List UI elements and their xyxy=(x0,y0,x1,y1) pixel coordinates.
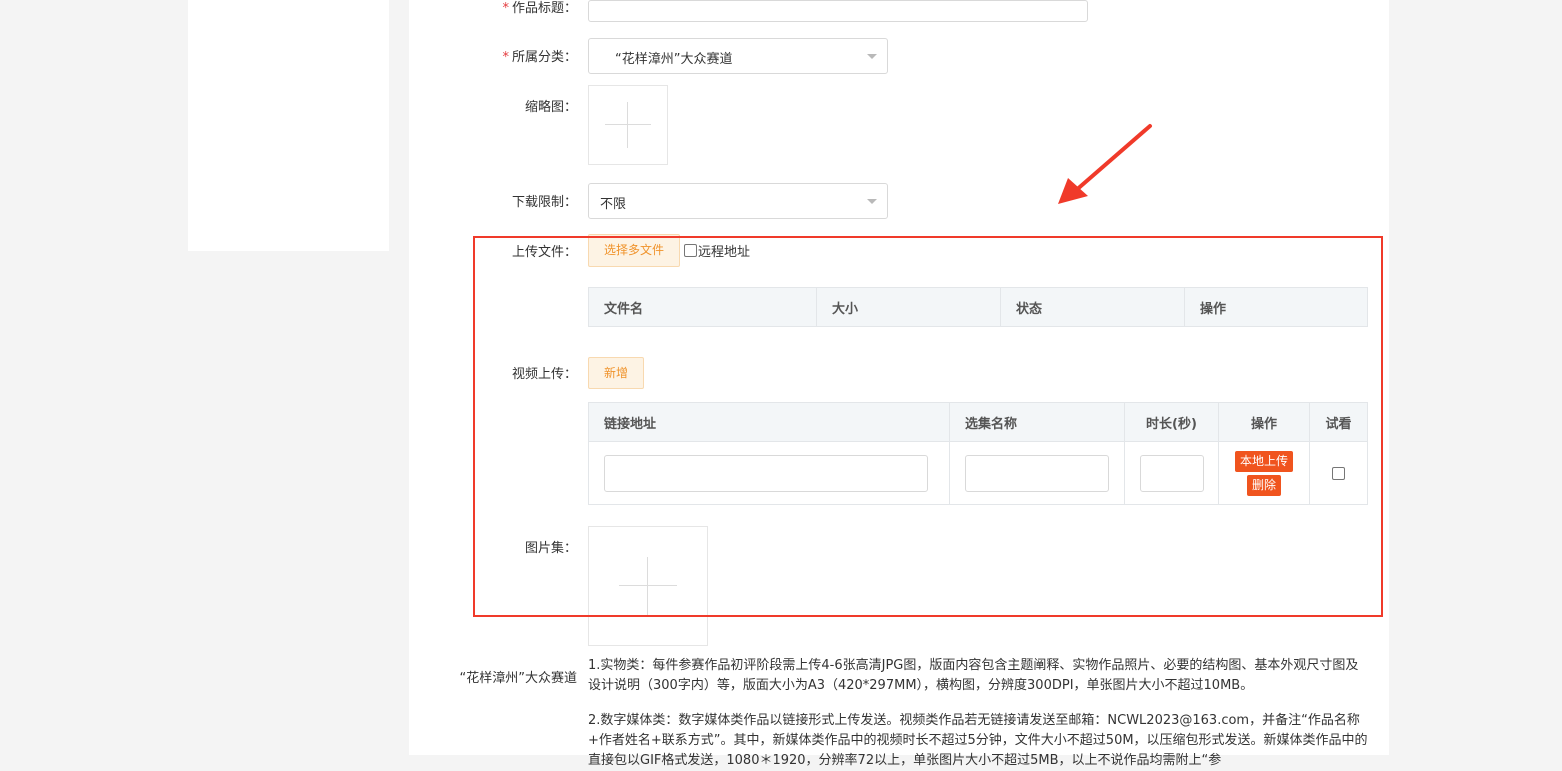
download-limit-select[interactable]: 不限 xyxy=(588,183,888,219)
download-limit-label: 下载限制： xyxy=(511,195,577,210)
note-paragraph-2: 2.数字媒体类：数字媒体类作品以链接形式上传发送。视频类作品若无链接请发送至邮箱… xyxy=(588,713,1368,768)
download-limit-selected-value: 不限 xyxy=(600,197,627,212)
chevron-down-icon xyxy=(867,199,877,204)
title-input[interactable] xyxy=(588,0,1088,22)
thumbnail-label: 缩略图： xyxy=(524,100,577,115)
plus-icon xyxy=(589,86,667,164)
category-label-text: 所属分类： xyxy=(511,50,577,65)
left-sidebar-panel xyxy=(188,0,389,251)
thumbnail-upload[interactable] xyxy=(588,85,668,165)
required-marker: * xyxy=(502,50,509,65)
category-selected-value: “花样漳州”大众赛道 xyxy=(615,52,733,67)
chevron-down-icon xyxy=(867,54,877,59)
highlight-box xyxy=(473,236,1383,617)
title-label-text: 作品标题： xyxy=(511,1,577,16)
track-note-label: “花样漳州”大众赛道 xyxy=(459,671,577,686)
note-paragraph-1: 1.实物类：每件参赛作品初评阶段需上传4-6张高清JPG图，版面内容包含主题阐释… xyxy=(588,658,1359,693)
title-label: * 作品标题： xyxy=(502,0,577,16)
category-select[interactable]: “花样漳州”大众赛道 xyxy=(588,38,888,74)
category-label: * 所属分类： xyxy=(502,46,577,65)
required-marker: * xyxy=(502,1,509,16)
annotation-arrow-icon xyxy=(1058,124,1152,204)
